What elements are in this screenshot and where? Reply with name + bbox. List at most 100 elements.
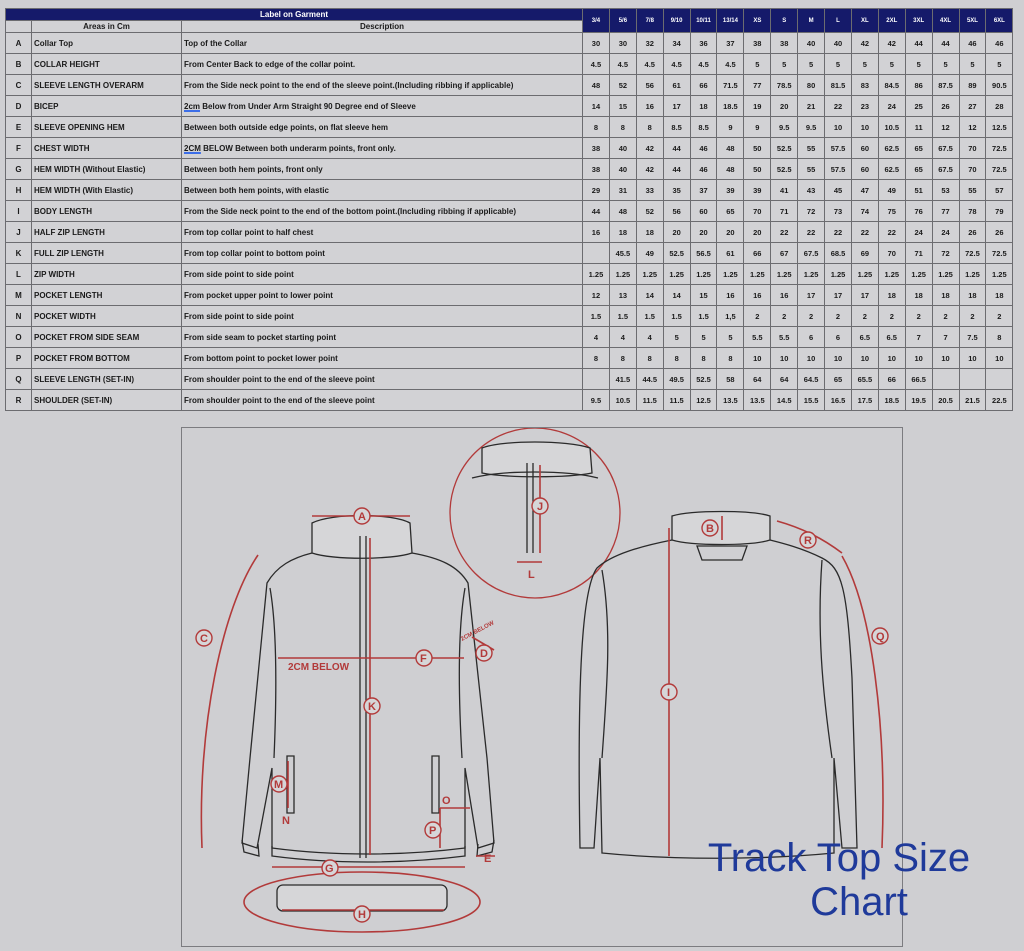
size-value-cell: 71	[770, 200, 799, 222]
size-value-cell: 70	[958, 137, 987, 159]
size-value-cell: 13.5	[716, 389, 745, 411]
size-value-cell: 72	[931, 242, 960, 264]
size-value-cell: 1.25	[743, 263, 772, 285]
size-value-cell: 42	[850, 32, 879, 54]
size-value-cell: 12	[931, 116, 960, 138]
row-area: HEM WIDTH (Without Elastic)	[31, 158, 182, 180]
size-value-cell: 18	[689, 95, 718, 117]
size-value-cell: 4	[635, 326, 664, 348]
size-value-cell: 79	[985, 200, 1014, 222]
front-right-sleeve-seam	[458, 587, 466, 759]
size-value-cell: 72	[797, 200, 826, 222]
marker-j: J	[531, 497, 549, 515]
size-value-cell: 20	[716, 221, 745, 243]
size-value-cell: 13.5	[743, 389, 772, 411]
size-value-cell: 22	[824, 221, 852, 243]
back-collar-shape	[671, 510, 771, 546]
svg-text:Q: Q	[876, 631, 885, 643]
size-value-cell: 31	[608, 179, 637, 201]
table-row: F CHEST WIDTH 2CM BELOW Between both under…	[5, 137, 1014, 159]
back-body-shape	[578, 539, 858, 859]
two-cm-below-small-note: 2CM BELOW	[460, 620, 495, 643]
size-value-cell: 76	[904, 200, 933, 222]
size-value-cell: 1.25	[824, 263, 852, 285]
marker-h: H	[353, 905, 371, 923]
description-text: From side seam to pocket starting point	[184, 332, 337, 342]
size-value-cell: 44	[904, 32, 933, 54]
size-value-cell: 5	[958, 53, 987, 75]
size-value-cell: 11	[904, 116, 933, 138]
size-value-cell: 18.5	[716, 95, 745, 117]
description-text: From pocket upper point to lower point	[184, 290, 333, 300]
size-value-cell: 16.5	[824, 389, 852, 411]
size-value-cell: 20.5	[931, 389, 960, 411]
description-text: From side point to side point	[184, 311, 294, 321]
size-value-cell: 72.5	[958, 242, 987, 264]
size-value-cell	[985, 368, 1014, 390]
size-value-cell: 50	[743, 137, 772, 159]
svg-text:K: K	[368, 701, 376, 713]
table-row: G HEM WIDTH (Without Elastic) Between both…	[5, 158, 1014, 180]
row-letter: I	[5, 200, 32, 222]
size-value-cell: 81.5	[824, 74, 852, 96]
size-value-cell: 77	[743, 74, 772, 96]
size-value-cell: 10	[824, 347, 852, 369]
size-value-cell: 22	[824, 95, 852, 117]
size-value-cell: 24	[877, 95, 906, 117]
size-value-cell: 8	[716, 347, 745, 369]
row-area: POCKET WIDTH	[31, 305, 182, 327]
row-description: Between both outside edge points, on fla…	[180, 116, 584, 138]
size-value-cell: 9.5	[797, 116, 826, 138]
size-value-cell: 4.5	[608, 53, 637, 75]
row-description: From shoulder point to the end of the sl…	[180, 368, 584, 390]
size-value-cell: 6.5	[850, 326, 879, 348]
size-value-cell: 40	[608, 158, 637, 180]
marker-l: L	[528, 569, 535, 581]
size-value-cell: 58	[716, 368, 745, 390]
size-value-cell: 1.25	[662, 263, 691, 285]
size-value-cell: 4.5	[689, 53, 718, 75]
size-value-cell: 17	[850, 284, 879, 306]
size-value-cell: 5	[931, 53, 960, 75]
back-left-sleeve-seam	[601, 569, 609, 759]
size-value-cell: 60	[850, 137, 879, 159]
size-value-cell: 6.5	[877, 326, 906, 348]
row-letter: D	[5, 95, 32, 117]
size-value-cell: 1.5	[582, 305, 610, 327]
row-description: From side point to side point	[180, 263, 584, 285]
svg-text:P: P	[429, 825, 436, 837]
size-value-cell: 4.5	[582, 53, 610, 75]
size-value-cell: 1.25	[797, 263, 826, 285]
size-header: 5XL	[958, 8, 987, 33]
row-letter: N	[5, 305, 32, 327]
size-value-cell: 25	[904, 95, 933, 117]
size-value-cell: 78	[958, 200, 987, 222]
size-value-cell: 32	[635, 32, 664, 54]
size-header: L	[824, 8, 852, 33]
size-value-cell: 1.25	[985, 263, 1014, 285]
size-value-cell: 29	[582, 179, 610, 201]
size-value-cell: 21.5	[958, 389, 987, 411]
marker-p: P	[424, 821, 442, 839]
size-value-cell: 20	[770, 95, 799, 117]
size-value-cell: 42	[635, 158, 664, 180]
size-value-cell: 23	[850, 95, 879, 117]
table-row: J HALF ZIP LENGTH From top collar point to…	[5, 221, 1014, 243]
row-letter: J	[5, 221, 32, 243]
description-text: Between both outside edge points, on fla…	[184, 122, 389, 132]
table-row: N POCKET WIDTH From side point to side poi…	[5, 305, 1014, 327]
size-value-cell: 72.5	[985, 158, 1014, 180]
row-description: From the Side neck point to the end of t…	[180, 200, 584, 222]
description-text: From the Side neck point to the end of t…	[184, 80, 514, 90]
size-value-cell: 66	[743, 242, 772, 264]
size-value-cell: 16	[770, 284, 799, 306]
size-value-cell: 15	[608, 95, 637, 117]
size-value-cell: 78.5	[770, 74, 799, 96]
table-row: L ZIP WIDTH From side point to side point 1…	[5, 263, 1014, 285]
row-letter: K	[5, 242, 32, 264]
svg-text:O: O	[442, 795, 451, 807]
size-value-cell: 10	[850, 116, 879, 138]
size-value-cell: 64	[743, 368, 772, 390]
size-value-cell	[582, 242, 610, 264]
row-description: Between both hem points, front only	[180, 158, 584, 180]
